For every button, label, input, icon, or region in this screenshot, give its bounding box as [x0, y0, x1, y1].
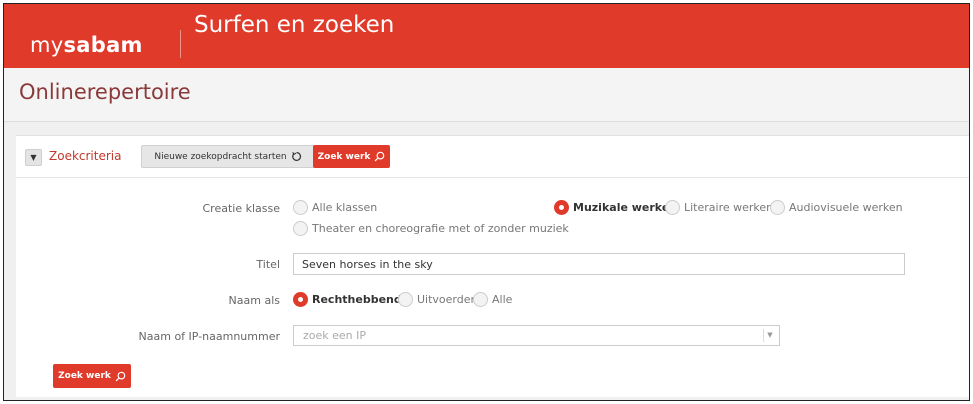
caret-down-icon: ▼ [30, 153, 37, 162]
panel-header: ▼ Zoekcriteria Nieuwe zoekopdracht start… [16, 136, 969, 178]
radio-circle[interactable] [293, 200, 308, 215]
title-input[interactable] [293, 253, 905, 275]
search-work-button-bottom[interactable]: Zoek werk [53, 364, 131, 388]
refresh-icon [291, 152, 301, 161]
radio-circle[interactable] [398, 292, 413, 307]
collapse-toggle-button[interactable]: ▼ [25, 149, 42, 166]
search-work-button-top[interactable]: Zoek werk [313, 145, 390, 168]
radio-alle-klassen[interactable]: Alle klassen [293, 200, 377, 215]
radio-label: Alle [492, 293, 513, 306]
page-title: Onlinerepertoire [19, 80, 191, 104]
logo-my-text: my [30, 33, 64, 57]
radio-circle[interactable] [665, 200, 680, 215]
radio-literaire-werken[interactable]: Literaire werken [665, 200, 773, 215]
search-work-label: Zoek werk [317, 151, 371, 162]
search-work-label: Zoek werk [58, 371, 111, 381]
radio-label: Literaire werken [684, 201, 774, 214]
radio-label: Alle klassen [312, 201, 378, 214]
radio-label: Uitvoerder [417, 293, 476, 306]
search-icon [375, 151, 385, 162]
radio-rechthebbende[interactable]: Rechthebbende [293, 292, 409, 307]
radio-circle[interactable] [293, 221, 308, 236]
titel-label: Titel [256, 258, 280, 271]
new-search-label: Nieuwe zoekopdracht starten [154, 151, 287, 162]
radio-circle-selected[interactable] [293, 292, 308, 307]
creatie-klasse-label: Creatie klasse [202, 202, 281, 215]
header-divider [180, 30, 181, 58]
radio-alle[interactable]: Alle [473, 292, 512, 307]
search-panel: ▼ Zoekcriteria Nieuwe zoekopdracht start… [16, 135, 969, 397]
page-title-bar: Onlinerepertoire [4, 68, 969, 122]
naam-als-label: Naam als [228, 294, 280, 307]
radio-label: Audiovisuele werken [789, 201, 903, 214]
top-bar: mysabam Surfen en zoeken [4, 4, 969, 68]
radio-circle[interactable] [473, 292, 488, 307]
ip-label: Naam of IP-naamnummer [138, 330, 280, 343]
radio-circle-selected[interactable] [554, 200, 569, 215]
radio-muzikale-werken[interactable]: Muzikale werken [554, 200, 677, 215]
mysabam-logo[interactable]: mysabam [30, 33, 143, 57]
radio-uitvoerder[interactable]: Uitvoerder [398, 292, 475, 307]
radio-label: Theater en choreografie met of zonder mu… [312, 222, 569, 235]
radio-label: Rechthebbende [312, 293, 410, 306]
ip-placeholder: zoek een IP [303, 329, 367, 342]
radio-audiovisuele-werken[interactable]: Audiovisuele werken [770, 200, 903, 215]
search-icon [115, 371, 126, 381]
logo-sabam-text: sabam [63, 33, 143, 57]
radio-circle[interactable] [770, 200, 785, 215]
app-window: mysabam Surfen en zoeken Onlinerepertoir… [3, 3, 970, 401]
radio-theater-choreografie[interactable]: Theater en choreografie met of zonder mu… [293, 221, 569, 236]
ip-select[interactable]: zoek een IP ▼ [293, 325, 780, 346]
app-title: Surfen en zoeken [194, 12, 395, 38]
criteria-label[interactable]: Zoekcriteria [49, 149, 121, 163]
new-search-button[interactable]: Nieuwe zoekopdracht starten [141, 145, 315, 168]
dropdown-arrow-icon[interactable]: ▼ [763, 329, 776, 342]
radio-label: Muzikale werken [573, 201, 678, 214]
